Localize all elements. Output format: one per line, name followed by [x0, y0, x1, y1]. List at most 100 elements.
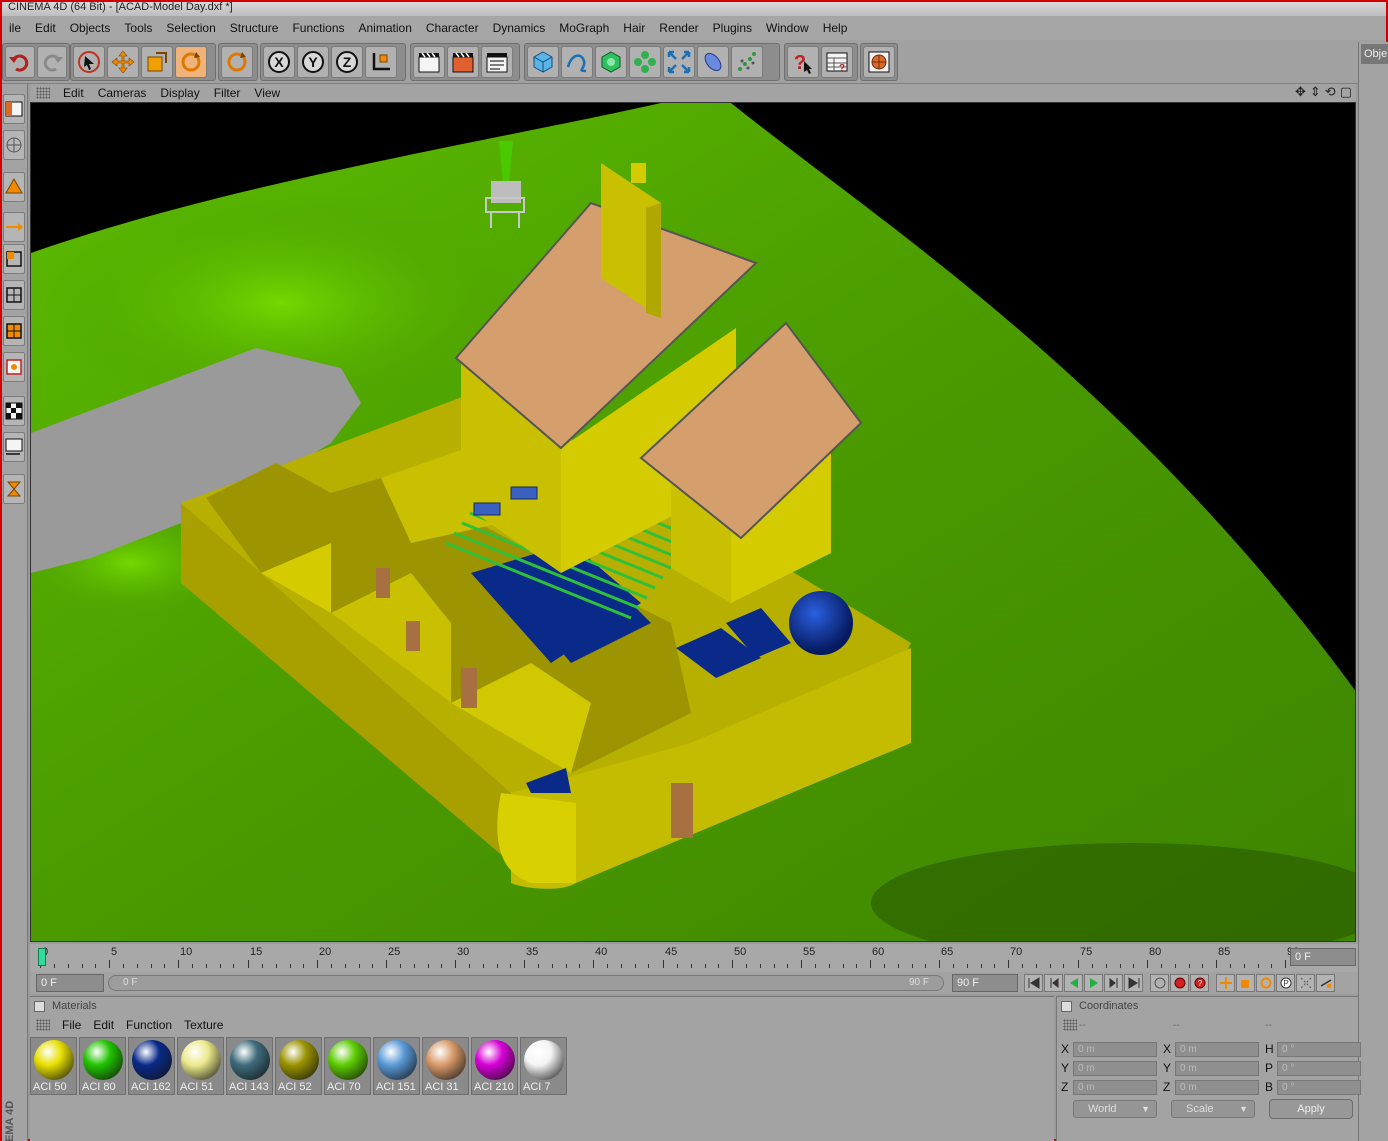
points-tool-icon[interactable] — [3, 172, 25, 202]
play-forward-icon[interactable] — [1084, 974, 1103, 992]
pos-x-field[interactable]: 0 m — [1073, 1041, 1157, 1057]
frame-ruler[interactable]: 051015202530354045505560657075808590 — [40, 944, 1299, 972]
material-swatch[interactable]: ACI 162 — [128, 1037, 175, 1095]
tweak-tool-icon[interactable] — [3, 396, 25, 426]
rot-b-field[interactable]: 0 ° — [1277, 1079, 1361, 1095]
move-view-icon[interactable]: ✥ — [1295, 85, 1306, 99]
menu-dynamics[interactable]: Dynamics — [486, 21, 553, 35]
rotate-key-icon[interactable] — [1256, 974, 1275, 992]
layout-icon[interactable]: ? — [821, 46, 853, 78]
material-swatch[interactable]: ACI 50 — [30, 1037, 77, 1095]
axis-tool-icon[interactable] — [3, 352, 25, 382]
drag-grip-icon[interactable] — [1063, 1019, 1077, 1031]
animation-mode-icon[interactable] — [3, 432, 25, 462]
scale-icon[interactable] — [141, 46, 173, 78]
rotate-icon[interactable] — [175, 46, 207, 78]
menu-tools[interactable]: Tools — [117, 21, 159, 35]
menu-hair[interactable]: Hair — [616, 21, 652, 35]
point-level-icon[interactable] — [1296, 974, 1315, 992]
spline-pen-icon[interactable] — [561, 46, 593, 78]
drag-grip-icon[interactable] — [36, 87, 50, 99]
material-menu-function[interactable]: Function — [120, 1018, 178, 1032]
menu-structure[interactable]: Structure — [223, 21, 286, 35]
pos-y-field[interactable]: 0 m — [1073, 1060, 1157, 1076]
material-swatch[interactable]: ACI 151 — [373, 1037, 420, 1095]
next-frame-icon[interactable] — [1104, 974, 1123, 992]
viewport-menu-display[interactable]: Display — [153, 86, 206, 100]
use-model-tool-icon[interactable] — [3, 94, 25, 124]
size-z-field[interactable]: 0 m — [1175, 1079, 1259, 1095]
size-x-field[interactable]: 0 m — [1175, 1041, 1259, 1057]
texture-tool-icon[interactable] — [3, 280, 25, 310]
menu-mograph[interactable]: MoGraph — [552, 21, 616, 35]
viewport-menu-view[interactable]: View — [247, 86, 287, 100]
material-swatch[interactable]: ACI 7 — [520, 1037, 567, 1095]
move-icon[interactable] — [107, 46, 139, 78]
menu-edit[interactable]: Edit — [28, 21, 63, 35]
start-frame-field[interactable]: 0 F — [36, 974, 104, 992]
menu-file[interactable]: ile — [2, 21, 28, 35]
menu-animation[interactable]: Animation — [352, 21, 419, 35]
menu-plugins[interactable]: Plugins — [706, 21, 759, 35]
y-axis-icon[interactable]: Y — [297, 46, 329, 78]
menu-help[interactable]: Help — [816, 21, 855, 35]
timeline-ruler[interactable]: 051015202530354045505560657075808590 0 F — [30, 944, 1358, 972]
subdivision-icon[interactable] — [595, 46, 627, 78]
menu-functions[interactable]: Functions — [285, 21, 351, 35]
viewport-menu-cameras[interactable]: Cameras — [91, 86, 154, 100]
autokey-icon[interactable]: ? — [1190, 974, 1209, 992]
3d-viewport[interactable] — [30, 102, 1356, 942]
material-swatch[interactable]: ACI 80 — [79, 1037, 126, 1095]
material-swatch[interactable]: ACI 143 — [226, 1037, 273, 1095]
end-frame-field[interactable]: 90 F — [952, 974, 1018, 992]
polygons-tool-icon[interactable] — [3, 244, 25, 274]
render-picture-viewer-icon[interactable] — [447, 46, 479, 78]
help-icon[interactable]: ? — [787, 46, 819, 78]
material-menu-texture[interactable]: Texture — [178, 1018, 229, 1032]
sculpt-tool-icon[interactable] — [3, 474, 25, 504]
render-view-icon[interactable] — [413, 46, 445, 78]
play-backward-icon[interactable] — [1064, 974, 1083, 992]
x-axis-icon[interactable]: X — [263, 46, 295, 78]
apply-button[interactable]: Apply — [1269, 1099, 1353, 1119]
menu-window[interactable]: Window — [759, 21, 816, 35]
material-swatch[interactable]: ACI 31 — [422, 1037, 469, 1095]
cloner-icon[interactable] — [629, 46, 661, 78]
deformer-icon[interactable] — [663, 46, 695, 78]
coordinate-mode-select[interactable]: World ▼ — [1073, 1100, 1157, 1118]
move-key-icon[interactable] — [1216, 974, 1235, 992]
menu-render[interactable]: Render — [652, 21, 705, 35]
menu-selection[interactable]: Selection — [159, 21, 222, 35]
render-settings-icon[interactable] — [481, 46, 513, 78]
bend-icon[interactable] — [697, 46, 729, 78]
record-active-icon[interactable] — [1170, 974, 1189, 992]
web-icon[interactable] — [863, 46, 895, 78]
material-menu-edit[interactable]: Edit — [87, 1018, 120, 1032]
z-axis-icon[interactable]: Z — [331, 46, 363, 78]
live-selection-icon[interactable] — [73, 46, 105, 78]
coordinates-panel-checkbox[interactable] — [1061, 1001, 1072, 1012]
go-to-end-icon[interactable] — [1124, 974, 1143, 992]
material-menu-file[interactable]: File — [56, 1018, 87, 1032]
maximize-view-icon[interactable]: ▢ — [1340, 85, 1352, 99]
rot-h-field[interactable]: 0 ° — [1277, 1041, 1361, 1057]
pos-z-field[interactable]: 0 m — [1073, 1079, 1157, 1095]
edges-tool-icon[interactable] — [3, 212, 25, 242]
material-swatch[interactable]: ACI 52 — [275, 1037, 322, 1095]
zoom-view-icon[interactable]: ⇕ — [1310, 85, 1321, 99]
previous-frame-icon[interactable] — [1044, 974, 1063, 992]
drag-grip-icon[interactable] — [36, 1019, 50, 1031]
viewport-menu-edit[interactable]: Edit — [56, 86, 91, 100]
material-swatch[interactable]: ACI 70 — [324, 1037, 371, 1095]
redo-icon[interactable] — [37, 46, 67, 78]
rotate-view-icon[interactable]: ⟲ — [1325, 85, 1336, 99]
use-object-axis-tool-icon[interactable] — [3, 130, 25, 160]
cube-icon[interactable] — [527, 46, 559, 78]
material-panel-checkbox[interactable] — [34, 1001, 45, 1012]
menu-objects[interactable]: Objects — [63, 21, 118, 35]
recent-tool-icon[interactable] — [221, 46, 253, 78]
objects-tab[interactable]: Obje — [1361, 44, 1388, 64]
object-tool-icon[interactable] — [3, 316, 25, 346]
playhead-marker[interactable] — [38, 948, 46, 966]
material-swatch[interactable]: ACI 51 — [177, 1037, 224, 1095]
